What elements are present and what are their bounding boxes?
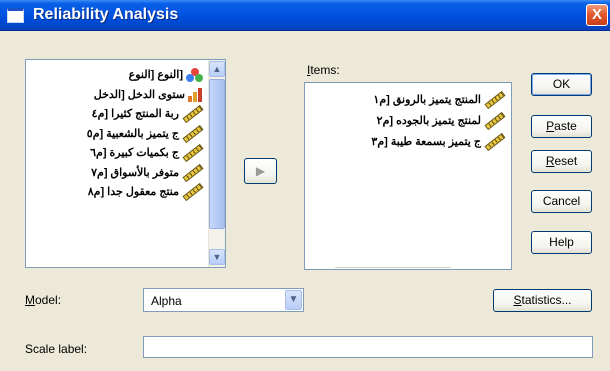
- list-item-label: منتج معقول جدا [م٨: [87, 186, 179, 198]
- cancel-button[interactable]: Cancel: [531, 190, 592, 213]
- list-bottom-edge: [335, 267, 451, 268]
- scale-ruler-icon: [484, 91, 506, 109]
- chevron-down-icon[interactable]: ▼: [285, 290, 302, 310]
- scale-ruler-icon: [182, 144, 204, 162]
- list-item[interactable]: متوفر بالأسواق [م٧: [26, 163, 208, 182]
- variables-scrollbar[interactable]: ▲ ▼: [208, 60, 225, 267]
- window-title: Reliability Analysis: [33, 6, 179, 23]
- scale-ruler-icon: [182, 124, 204, 143]
- close-button[interactable]: X: [586, 4, 608, 26]
- reset-button[interactable]: Reset: [531, 150, 592, 173]
- model-dropdown[interactable]: Alpha ▼: [143, 288, 304, 312]
- paste-button[interactable]: Paste: [531, 115, 592, 138]
- scroll-up-button[interactable]: ▲: [209, 61, 225, 77]
- list-item-label: ستوى الدخل [الدخل: [93, 88, 185, 101]
- list-item[interactable]: ج بكميات كبيرة [م٦: [26, 144, 208, 162]
- move-to-items-button[interactable]: ▶: [244, 158, 277, 184]
- window-icon: [7, 8, 24, 23]
- list-item-label: ربة المنتج كثيرا [م٤: [91, 108, 179, 120]
- items-label: Items:: [307, 63, 340, 77]
- scale-ruler-icon: [182, 163, 204, 182]
- title-bar: Reliability Analysis X: [0, 0, 610, 31]
- help-button[interactable]: Help: [531, 231, 592, 254]
- ordinal-icon: [188, 87, 204, 102]
- list-item-label: لمنتج يتميز بالجوده [م٢: [376, 115, 481, 127]
- list-item[interactable]: المنتج يتميز بالرونق [م١: [305, 91, 510, 109]
- list-item[interactable]: ج يتميز بسمعة طيبة [م٣: [305, 133, 510, 151]
- scale-ruler-icon: [484, 112, 506, 130]
- scroll-down-button[interactable]: ▼: [209, 249, 225, 265]
- list-item-label: المنتج يتميز بالرونق [م١: [373, 94, 481, 106]
- scale-ruler-icon: [484, 133, 506, 151]
- scale-ruler-icon: [182, 105, 204, 123]
- list-item[interactable]: [النوع [النوع: [26, 66, 208, 84]
- list-item-label: ج بكميات كبيرة [م٦: [90, 147, 179, 159]
- list-item-label: ج يتميز بالشعبية [م٥: [86, 127, 179, 140]
- right-arrow-icon: ▶: [255, 164, 266, 178]
- scale-label-caption: Scale label:: [25, 342, 88, 356]
- list-item[interactable]: منتج معقول جدا [م٨: [26, 183, 208, 201]
- scroll-thumb[interactable]: [209, 79, 225, 229]
- nominal-icon: [186, 68, 204, 83]
- statistics-button[interactable]: Statistics...: [493, 289, 592, 312]
- items-listbox[interactable]: المنتج يتميز بالرونق [م١ لمنتج يتميز بالج…: [304, 82, 512, 270]
- list-item[interactable]: لمنتج يتميز بالجوده [م٢: [305, 112, 510, 130]
- list-item-label: [النوع [النوع: [128, 69, 183, 81]
- list-item[interactable]: ج يتميز بالشعبية [م٥: [26, 124, 208, 143]
- scale-ruler-icon: [182, 183, 204, 201]
- scale-label-field[interactable]: [143, 336, 593, 358]
- list-item-label: ج يتميز بسمعة طيبة [م٣: [371, 136, 481, 148]
- ok-button[interactable]: OK: [531, 73, 592, 96]
- list-item[interactable]: ربة المنتج كثيرا [م٤: [26, 105, 208, 123]
- variables-listbox[interactable]: [النوع [النوع ستوى الدخل [الدخل ربة المنتج…: [25, 59, 226, 268]
- model-label: Model:: [25, 293, 62, 307]
- list-item-label: متوفر بالأسواق [م٧: [91, 166, 179, 179]
- model-selected-value: Alpha: [151, 294, 182, 308]
- list-item[interactable]: ستوى الدخل [الدخل: [26, 86, 208, 104]
